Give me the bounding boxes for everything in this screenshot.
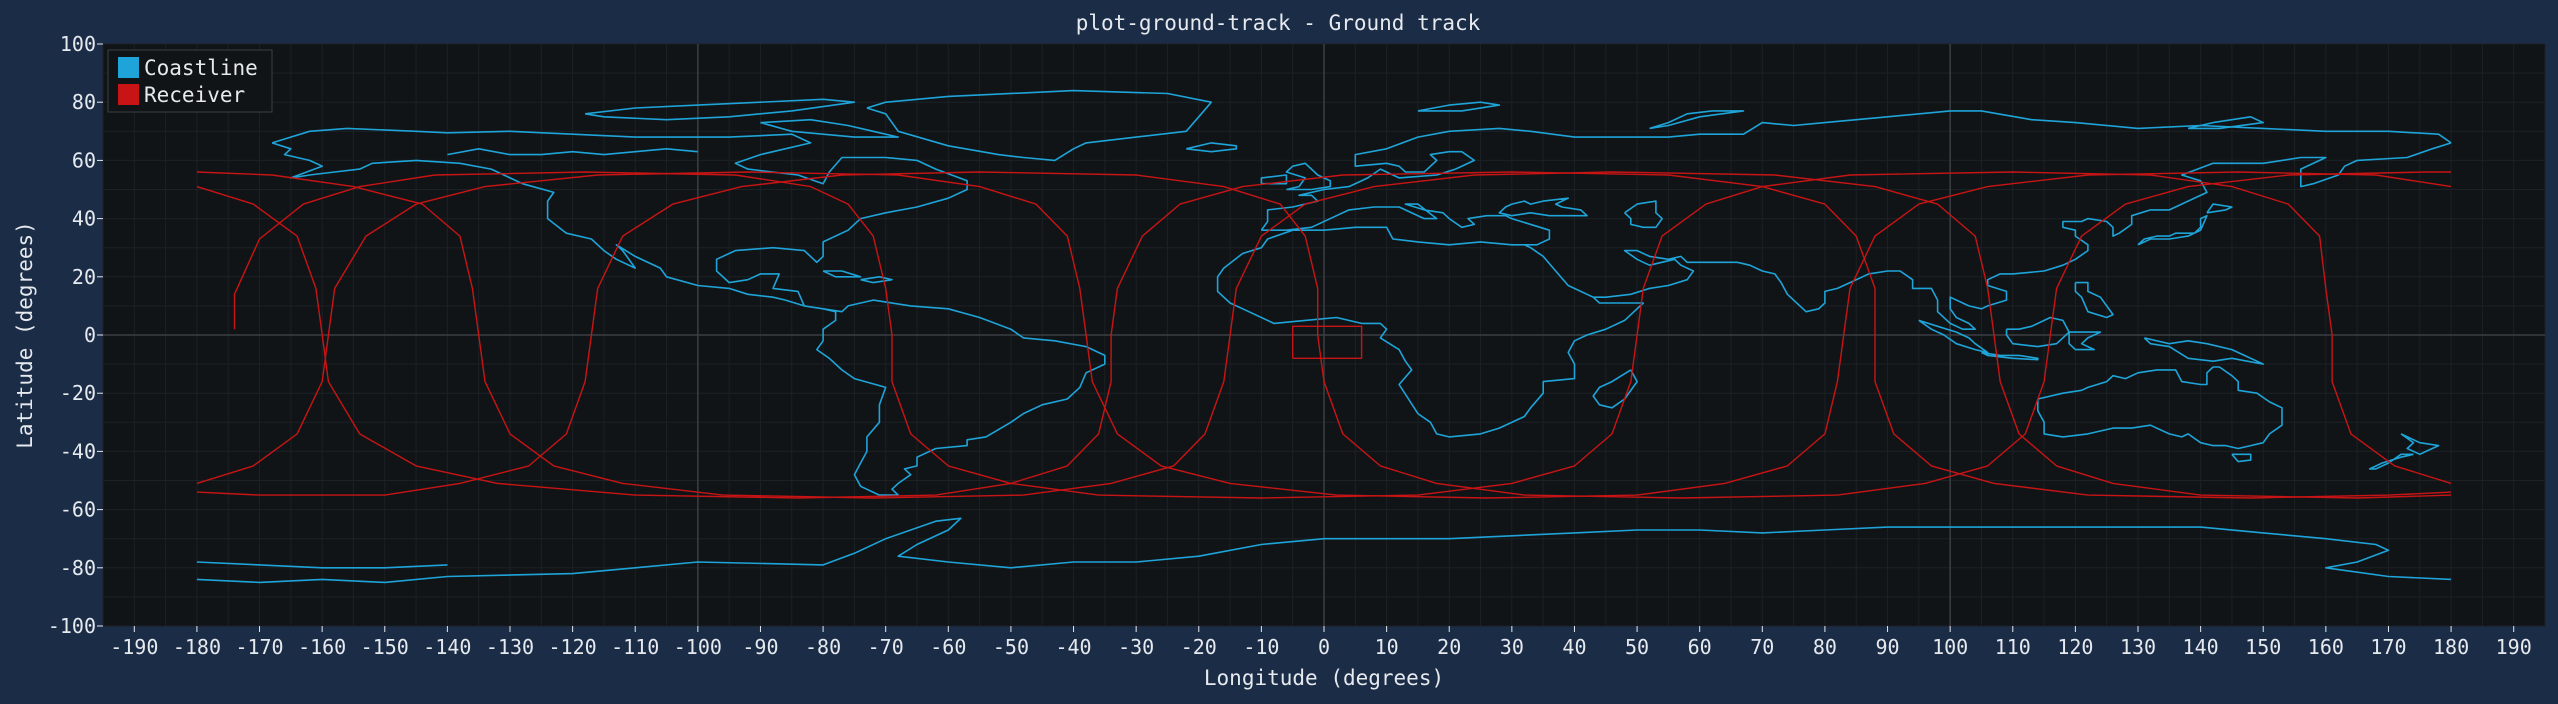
- legend: Coastline Receiver: [107, 49, 273, 113]
- x-tick-label: -160: [298, 635, 346, 659]
- x-tick-label: 130: [2120, 635, 2156, 659]
- x-tick-label: 170: [2370, 635, 2406, 659]
- x-tick-label: -50: [993, 635, 1029, 659]
- x-tick-label: 110: [1995, 635, 2031, 659]
- x-tick-label: 40: [1562, 635, 1586, 659]
- x-tick-label: 0: [1318, 635, 1330, 659]
- x-tick-label: -150: [361, 635, 409, 659]
- x-axis-label: Longitude (degrees): [1204, 666, 1444, 690]
- x-tick-label: 90: [1875, 635, 1899, 659]
- y-tick-label: -60: [60, 498, 96, 522]
- x-tick-label: -100: [674, 635, 722, 659]
- y-tick-label: 40: [72, 207, 96, 231]
- x-tick-label: 20: [1437, 635, 1461, 659]
- y-tick-label: 80: [72, 90, 96, 114]
- x-tick-label: -130: [486, 635, 534, 659]
- x-tick-label: -30: [1118, 635, 1154, 659]
- chart-svg: -190 -180 -170 -160 -150 -140 -130 -120 -110 -100…: [13, 11, 2546, 690]
- y-tick-label: -20: [60, 381, 96, 405]
- x-tick-label: 160: [2308, 635, 2344, 659]
- x-tick-label: -70: [868, 635, 904, 659]
- y-tick-label: -80: [60, 556, 96, 580]
- y-tick-label: 20: [72, 265, 96, 289]
- y-axis-label: Latitude (degrees): [13, 221, 37, 449]
- y-axis-ticks: -100 -80 -60 -40 -20 0 20 40 60 80 100: [48, 32, 103, 638]
- x-tick-label: 30: [1500, 635, 1524, 659]
- x-tick-label: 60: [1688, 635, 1712, 659]
- y-tick-label: 60: [72, 148, 96, 172]
- x-tick-label: -180: [173, 635, 221, 659]
- x-tick-label: -10: [1243, 635, 1279, 659]
- legend-label-receiver: Receiver: [144, 83, 245, 107]
- legend-swatch-coastline: [118, 57, 139, 78]
- y-tick-label: -100: [48, 614, 96, 638]
- x-tick-label: 100: [1932, 635, 1968, 659]
- x-tick-label: -110: [611, 635, 659, 659]
- x-tick-label: 190: [2496, 635, 2532, 659]
- legend-label-coastline: Coastline: [144, 56, 258, 80]
- x-tick-label: 150: [2245, 635, 2281, 659]
- x-tick-label: 120: [2057, 635, 2093, 659]
- x-tick-label: 70: [1750, 635, 1774, 659]
- x-tick-label: -90: [742, 635, 778, 659]
- x-tick-label: -20: [1181, 635, 1217, 659]
- x-axis-ticks: -190 -180 -170 -160 -150 -140 -130 -120 -110 -100…: [110, 626, 2532, 659]
- x-tick-label: -40: [1055, 635, 1091, 659]
- x-tick-label: 80: [1813, 635, 1837, 659]
- x-tick-label: 10: [1375, 635, 1399, 659]
- x-tick-label: -60: [930, 635, 966, 659]
- legend-swatch-receiver: [118, 84, 139, 105]
- x-tick-label: 180: [2433, 635, 2469, 659]
- x-tick-label: -120: [549, 635, 597, 659]
- chart-title: plot-ground-track - Ground track: [1076, 11, 1481, 35]
- y-tick-label: 0: [84, 323, 96, 347]
- x-tick-label: -140: [423, 635, 471, 659]
- x-tick-label: 140: [2183, 635, 2219, 659]
- y-tick-label: -40: [60, 439, 96, 463]
- x-tick-label: -80: [805, 635, 841, 659]
- x-tick-label: 50: [1625, 635, 1649, 659]
- y-tick-label: 100: [60, 32, 96, 56]
- x-tick-label: -190: [110, 635, 158, 659]
- x-tick-label: -170: [235, 635, 283, 659]
- ground-track-chart: -190 -180 -170 -160 -150 -140 -130 -120 -110 -100…: [0, 0, 2558, 700]
